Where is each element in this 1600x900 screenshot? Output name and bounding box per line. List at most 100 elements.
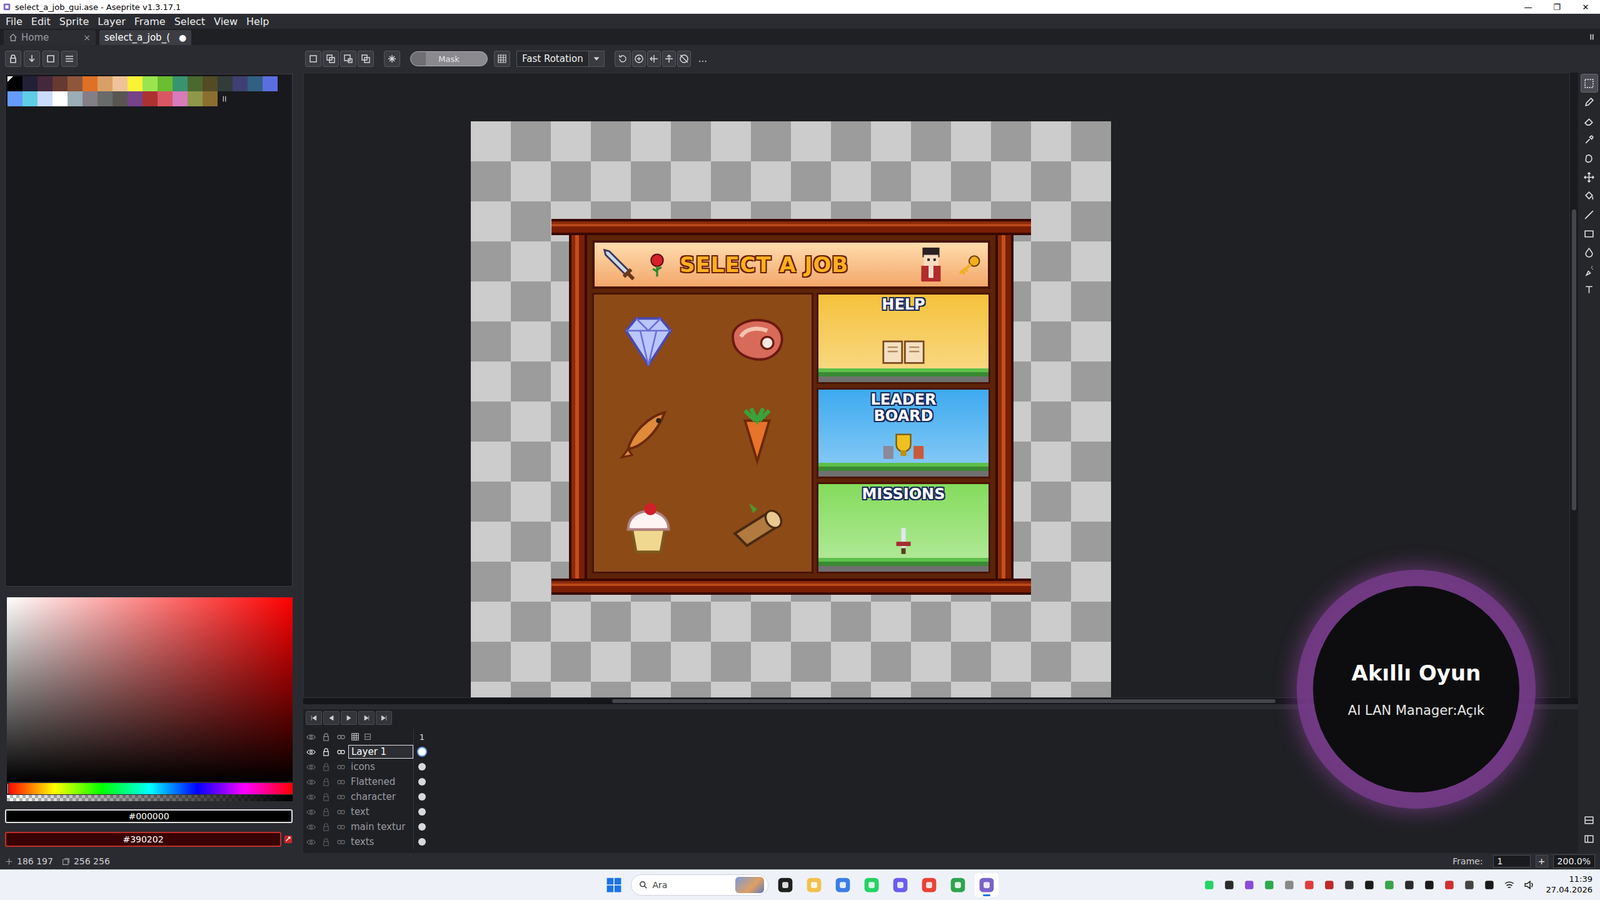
palette-button[interactable] [42, 50, 59, 67]
layer-name[interactable]: text [348, 804, 414, 819]
job-item[interactable] [724, 400, 790, 466]
palette-swatch[interactable] [142, 76, 158, 92]
tool-button[interactable] [1580, 280, 1599, 299]
transform-button[interactable] [662, 50, 676, 67]
tray-app-icon[interactable] [1383, 879, 1395, 891]
tray-app-icon[interactable] [1303, 879, 1315, 891]
visibility-header[interactable] [303, 729, 319, 745]
scroll-thumb[interactable] [1571, 209, 1577, 511]
layer-row[interactable]: character [303, 789, 1579, 805]
frame-header[interactable]: 1 [413, 729, 431, 745]
zoom-field[interactable]: 200.0% [1553, 854, 1595, 868]
layer-link[interactable] [333, 789, 349, 805]
palette-swatch[interactable] [67, 76, 83, 92]
lock-header[interactable] [318, 729, 334, 745]
selection-mode-button[interactable] [357, 50, 374, 67]
layer-row[interactable]: text [303, 804, 1579, 820]
hue-thumb[interactable] [6, 782, 9, 795]
palette-swatch[interactable] [217, 76, 233, 92]
tool-button[interactable] [1580, 261, 1599, 281]
palette-swatch[interactable] [247, 76, 263, 92]
layer-visibility[interactable] [303, 744, 319, 760]
taskbar-app[interactable] [830, 872, 855, 897]
layer-cel[interactable] [413, 744, 431, 760]
foreground-color-field[interactable]: #000000 [5, 809, 293, 823]
grid-button[interactable] [493, 50, 511, 67]
palette-swatch[interactable] [157, 91, 173, 107]
palette-swatch[interactable] [262, 76, 278, 92]
palette-swatch[interactable] [97, 91, 113, 107]
palette-swatch[interactable] [82, 76, 98, 92]
taskbar-app[interactable] [917, 872, 941, 897]
palette-swatch[interactable] [22, 76, 38, 92]
palette-swatch[interactable] [172, 76, 188, 92]
layer-name[interactable]: main textur [348, 819, 414, 834]
playback-button[interactable] [323, 710, 340, 725]
layer-cel[interactable] [413, 774, 431, 790]
color-picker-field[interactable] [6, 597, 293, 782]
sprite-canvas[interactable]: SELECT A JOB HELP LEADERBOARD MISSIONS [470, 121, 1112, 698]
tab-marker[interactable]: × [78, 32, 91, 43]
volume-icon[interactable] [1523, 879, 1535, 891]
layer-visibility[interactable] [303, 834, 319, 850]
selection-mode-button[interactable] [305, 50, 322, 67]
palette-swatch[interactable] [7, 76, 23, 92]
layer-name[interactable]: texts [348, 834, 414, 849]
job-item[interactable] [615, 492, 681, 558]
background-color-field[interactable]: #390202 [5, 831, 282, 847]
vertical-scrollbar[interactable] [1569, 72, 1579, 698]
tray-app-icon[interactable] [1483, 879, 1495, 891]
tool-button[interactable] [1580, 242, 1599, 262]
layer-link[interactable] [333, 744, 349, 760]
layer-visibility[interactable] [303, 774, 319, 790]
selection-mode-button[interactable] [340, 50, 357, 67]
window-control-button[interactable]: — [1513, 0, 1543, 14]
transform-button[interactable] [647, 50, 661, 67]
transform-button[interactable] [632, 50, 646, 67]
tray-app-icon[interactable] [1443, 879, 1455, 891]
clock[interactable]: 11:39 27.04.2026 [1546, 874, 1593, 896]
menu-item[interactable]: Edit [26, 15, 56, 28]
preview-toggle[interactable] [1580, 829, 1599, 848]
window-control-button[interactable]: ❐ [1542, 0, 1572, 14]
tray-app-icon[interactable] [1403, 879, 1415, 891]
transform-button[interactable] [677, 50, 691, 67]
palette-swatch[interactable] [67, 91, 83, 107]
palette-swatch[interactable] [22, 91, 38, 107]
layer-lock[interactable] [318, 759, 334, 775]
window-control-button[interactable]: ✕ [1571, 0, 1600, 14]
layer-link[interactable] [333, 834, 349, 850]
tab[interactable]: Home × [3, 30, 96, 46]
resize-handle-icon[interactable] [220, 92, 229, 106]
layer-lock[interactable] [318, 789, 334, 805]
add-frame-button[interactable]: + [1535, 854, 1549, 868]
layer-lock[interactable] [318, 819, 334, 835]
tool-button[interactable] [1580, 223, 1599, 243]
cel-box-icon[interactable] [363, 732, 373, 741]
layer-visibility[interactable] [303, 759, 319, 775]
menu-item[interactable]: Frame [130, 15, 171, 28]
tab-marker[interactable]: ● [173, 32, 187, 43]
job-item[interactable] [615, 308, 681, 374]
scroll-thumb[interactable] [612, 699, 1276, 703]
layer-link[interactable] [333, 759, 349, 775]
more-button[interactable]: ... [698, 53, 708, 65]
palette-swatch[interactable] [232, 76, 248, 92]
taskbar-app[interactable] [888, 872, 913, 897]
layer-link[interactable] [333, 774, 349, 790]
tray-app-icon[interactable] [1423, 879, 1435, 891]
palette-swatch[interactable] [187, 91, 203, 107]
tray-app-icon[interactable] [1263, 879, 1275, 891]
hue-slider[interactable] [6, 782, 293, 795]
tray-app-icon[interactable] [1363, 879, 1375, 891]
layer-cel[interactable] [413, 804, 431, 820]
palette-button[interactable] [5, 50, 22, 67]
tray-app-icon[interactable] [1283, 879, 1295, 891]
tool-button[interactable] [1580, 167, 1599, 187]
palette-swatch[interactable] [127, 76, 143, 92]
playback-button[interactable] [340, 710, 358, 725]
wifi-icon[interactable] [1503, 879, 1515, 891]
tray-app-icon[interactable] [1203, 879, 1215, 891]
palette-button[interactable] [61, 50, 78, 67]
palette-swatch[interactable] [37, 76, 53, 92]
